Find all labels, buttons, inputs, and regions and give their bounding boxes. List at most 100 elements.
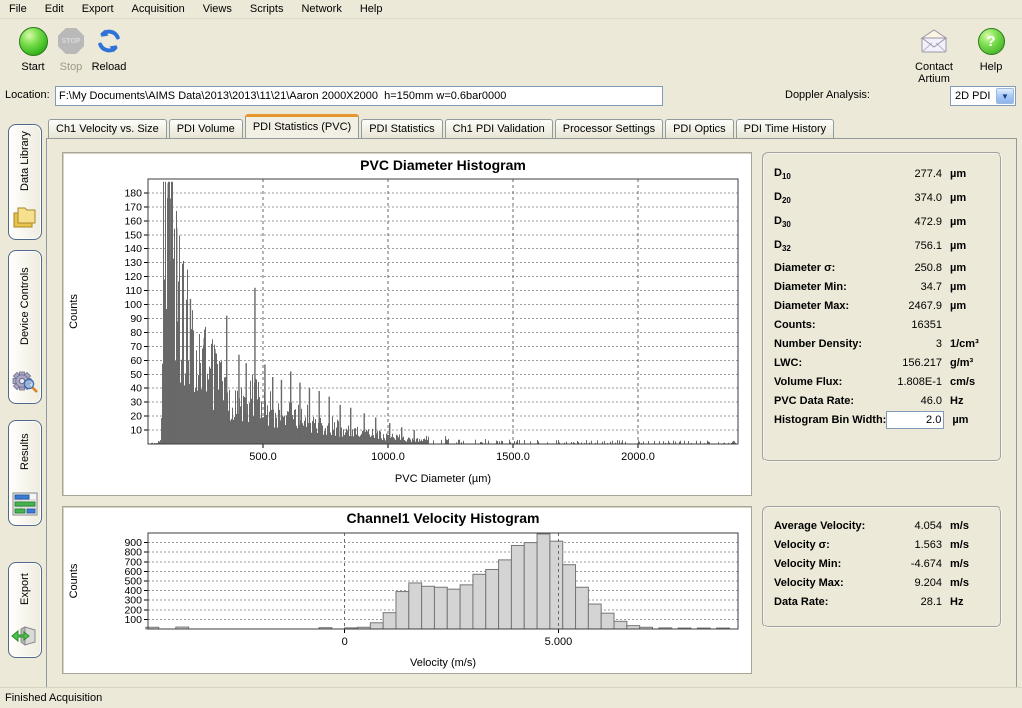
- svg-text:110: 110: [125, 285, 142, 297]
- pvc-stat-row: D10277.4µm: [774, 162, 990, 186]
- menu-item-views[interactable]: Views: [194, 1, 241, 17]
- tab-pdi-statistics[interactable]: PDI Statistics: [361, 119, 442, 138]
- menu-item-acquisition[interactable]: Acquisition: [123, 1, 194, 17]
- velocity-stat-row: Velocity Max: 9.204m/s: [774, 573, 990, 592]
- stat-value: 756.1: [882, 240, 942, 252]
- pvc-stat-row: D30472.9µm: [774, 210, 990, 234]
- stat-value: -4.674: [882, 558, 942, 570]
- stat-value: 1.563: [882, 539, 942, 551]
- tab-ch1-pdi-validation[interactable]: Ch1 PDI Validation: [445, 119, 553, 138]
- menu-item-export[interactable]: Export: [73, 1, 123, 17]
- stat-unit: µm: [942, 262, 990, 274]
- svg-text:150: 150: [124, 229, 142, 241]
- stat-label: Histogram Bin Width:: [774, 414, 886, 426]
- stat-value: 2467.9: [882, 300, 942, 312]
- svg-text:20: 20: [130, 411, 142, 423]
- stat-label: Average Velocity:: [774, 520, 865, 532]
- svg-text:180: 180: [124, 187, 142, 199]
- pvc-diameter-histogram-chart: PVC Diameter HistogramCounts102030405060…: [63, 153, 751, 495]
- stat-label: D32: [774, 239, 791, 253]
- sidebar-item-data-library[interactable]: Data Library: [8, 124, 42, 240]
- tab-pdi-volume[interactable]: PDI Volume: [169, 119, 243, 138]
- svg-text:10: 10: [130, 425, 142, 437]
- sidebar-item-label: Export: [19, 563, 31, 619]
- svg-text:0: 0: [342, 636, 348, 648]
- tab-pdi-time-history[interactable]: PDI Time History: [736, 119, 835, 138]
- svg-text:50: 50: [130, 369, 142, 381]
- status-bar: Finished Acquisition: [0, 687, 1022, 708]
- svg-text:70: 70: [130, 341, 142, 353]
- sidebar-item-device-controls[interactable]: Device Controls: [8, 250, 42, 404]
- stat-unit: m/s: [942, 520, 990, 532]
- stat-unit: m/s: [942, 577, 990, 589]
- svg-text:100: 100: [124, 299, 142, 311]
- stat-unit: µm: [942, 240, 990, 252]
- stat-unit: m/s: [942, 539, 990, 551]
- folders-icon: [11, 201, 39, 239]
- pvc-stat-row: Diameter Max: 2467.9µm: [774, 296, 990, 315]
- tab-processor-settings[interactable]: Processor Settings: [555, 119, 663, 138]
- stat-value: 28.1: [882, 596, 942, 608]
- reload-button[interactable]: Reload: [78, 25, 140, 73]
- tab-ch1-velocity-vs-size[interactable]: Ch1 Velocity vs. Size: [48, 119, 167, 138]
- pvc-stat-row: Diameter Min:34.7µm: [774, 277, 990, 296]
- menu-item-edit[interactable]: Edit: [36, 1, 73, 17]
- doppler-analysis-dropdown[interactable]: 2D PDI ▼: [950, 86, 1016, 106]
- menu-item-network[interactable]: Network: [292, 1, 350, 17]
- sidebar-item-results[interactable]: Results: [8, 420, 42, 526]
- velocity-stat-row: Velocity Min:-4.674m/s: [774, 554, 990, 573]
- stat-label: Volume Flux:: [774, 376, 842, 388]
- stat-label: D30: [774, 215, 791, 229]
- status-text: Finished Acquisition: [5, 692, 102, 704]
- export-icon: [11, 619, 39, 657]
- sidebar-item-export[interactable]: Export: [8, 562, 42, 658]
- stat-unit: g/m³: [942, 357, 990, 369]
- pvc-stat-row: D32 756.1µm: [774, 234, 990, 258]
- stat-label: Counts:: [774, 319, 816, 331]
- help-button[interactable]: ? Help: [968, 25, 1014, 73]
- pvc-stat-row: Histogram Bin Width:µm: [774, 410, 990, 429]
- results-icon: [11, 487, 39, 525]
- pvc-stat-row: Diameter σ: 250.8µm: [774, 258, 990, 277]
- stat-label: Diameter σ:: [774, 262, 835, 274]
- stat-value: 250.8: [882, 262, 942, 274]
- svg-text:5.000: 5.000: [545, 636, 573, 648]
- contact-artium-button[interactable]: Contact Artium: [898, 25, 970, 85]
- svg-text:Counts: Counts: [68, 294, 80, 329]
- histogram-bin-width-input[interactable]: [886, 411, 944, 429]
- stat-unit: Hz: [942, 395, 990, 407]
- tab-pdi-statistics-pvc-[interactable]: PDI Statistics (PVC): [245, 114, 359, 138]
- pvc-diameter-histogram-card: PVC Diameter HistogramCounts102030405060…: [62, 152, 752, 496]
- pvc-stat-row: PVC Data Rate:46.0Hz: [774, 391, 990, 410]
- stat-label: Diameter Max:: [774, 300, 849, 312]
- svg-text:30: 30: [130, 397, 142, 409]
- stat-value: 16351: [882, 319, 942, 331]
- stat-unit: µm: [942, 192, 990, 204]
- svg-text:900: 900: [124, 537, 142, 549]
- stat-value: 3: [882, 338, 942, 350]
- stat-value: 9.204: [882, 577, 942, 589]
- stat-label: Velocity σ:: [774, 539, 830, 551]
- stat-label: Diameter Min:: [774, 281, 847, 293]
- contact-artium-label: Contact Artium: [898, 61, 970, 85]
- svg-text:170: 170: [124, 201, 142, 213]
- menu-item-help[interactable]: Help: [351, 1, 392, 17]
- stat-label: Velocity Max:: [774, 577, 844, 589]
- gear-icon: [11, 365, 39, 403]
- tab-strip: Ch1 Velocity vs. SizePDI VolumePDI Stati…: [48, 117, 836, 138]
- stat-label: Velocity Min:: [774, 558, 841, 570]
- stat-value: 4.054: [882, 520, 942, 532]
- velocity-stat-row: Data Rate:28.1Hz: [774, 592, 990, 611]
- location-input[interactable]: [55, 86, 663, 106]
- aims-application-window: { "window": { "status_text": "Finished A…: [0, 0, 1022, 708]
- pvc-stat-row: LWC:156.217g/m³: [774, 353, 990, 372]
- stat-unit: µm: [942, 168, 990, 180]
- doppler-analysis-value: 2D PDI: [951, 90, 995, 102]
- sidebar-item-label: Results: [19, 421, 31, 487]
- menu-item-scripts[interactable]: Scripts: [241, 1, 293, 17]
- stat-unit: µm: [942, 300, 990, 312]
- stat-label: D10: [774, 167, 791, 181]
- svg-text:140: 140: [124, 243, 142, 255]
- tab-pdi-optics[interactable]: PDI Optics: [665, 119, 734, 138]
- menu-item-file[interactable]: File: [0, 1, 36, 17]
